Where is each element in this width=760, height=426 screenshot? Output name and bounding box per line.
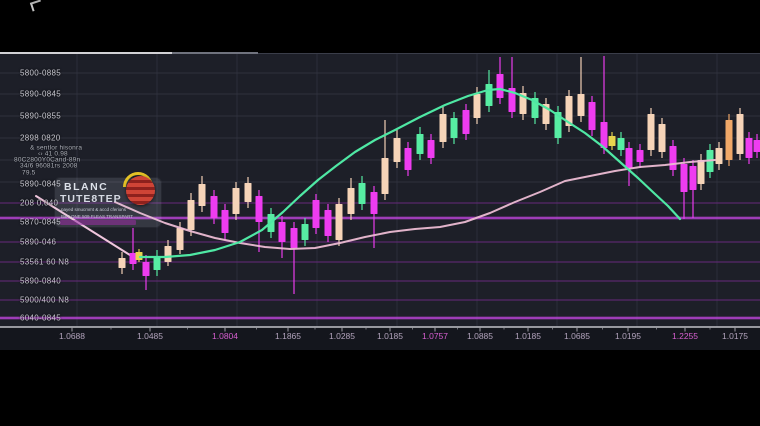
candle	[428, 140, 435, 158]
time-label: 1.0485	[137, 331, 163, 341]
candle	[440, 114, 447, 142]
watermark-subline1: payed smucmmt & accd cferions	[61, 207, 126, 212]
candle	[497, 74, 504, 98]
candle	[405, 148, 412, 170]
time-label: 1.0175	[722, 331, 748, 341]
price-label: 5890-0855	[20, 112, 61, 121]
time-label: 1.0185	[377, 331, 403, 341]
price-label: 53561 60 N8	[20, 258, 69, 267]
candle	[474, 94, 481, 118]
candle	[659, 124, 666, 152]
candle	[336, 204, 343, 240]
candle	[165, 246, 172, 262]
candle	[382, 158, 389, 194]
candle	[348, 188, 355, 214]
red-logo-icon	[126, 176, 155, 205]
time-label: 1.0185	[515, 331, 541, 341]
candle	[670, 146, 677, 170]
candle	[609, 136, 616, 146]
trading-chart-screenshot: 5800-0885 5890-0845 5890-0855 2898 0820 5890…	[0, 0, 760, 426]
candle	[648, 114, 655, 150]
candle	[417, 134, 424, 154]
candle	[199, 184, 206, 206]
candle	[279, 222, 286, 242]
price-label: 5890-0845	[20, 90, 61, 99]
candle	[601, 122, 608, 148]
candle	[119, 258, 126, 268]
candle	[371, 192, 378, 214]
candle	[698, 160, 705, 184]
candle	[188, 200, 195, 230]
candle	[177, 228, 184, 250]
candle	[143, 262, 150, 276]
top-left-mark	[30, 0, 43, 11]
candle	[256, 196, 263, 222]
candle	[589, 102, 596, 130]
watermark-card: BLANC TUTE8TEP payed smucmmt & accd cfer…	[55, 178, 161, 227]
time-label: 1.0685	[564, 331, 590, 341]
candle	[626, 148, 633, 168]
candle	[737, 114, 744, 154]
time-label: 1.0757	[422, 331, 448, 341]
time-label: 1.0195	[615, 331, 641, 341]
candle	[726, 120, 733, 160]
watermark-title-line1: BLANC	[64, 181, 108, 193]
candle	[302, 224, 309, 240]
price-label: 5800-0885	[20, 69, 61, 78]
time-label: 1.2255	[672, 331, 698, 341]
candle	[578, 94, 585, 116]
time-label: 1.1865	[275, 331, 301, 341]
candle	[681, 164, 688, 192]
price-label: 5890-046	[20, 238, 56, 247]
candle	[690, 166, 697, 190]
candle	[245, 183, 252, 202]
price-label: 208 0.040	[20, 199, 58, 208]
candle	[451, 118, 458, 138]
bottom-letterbox	[0, 350, 760, 426]
watermark-title-line2: TUTE8TEP	[60, 193, 122, 205]
candle	[486, 84, 493, 106]
watermark-accent-bar	[60, 220, 136, 225]
candle	[394, 138, 401, 162]
price-label: 5890-0840	[20, 277, 61, 286]
time-label: 1.0688	[59, 331, 85, 341]
candle	[233, 188, 240, 214]
candle	[463, 110, 470, 134]
candle	[618, 138, 625, 150]
price-label: 5900/400 N8	[20, 296, 69, 305]
candle	[746, 138, 753, 158]
time-label: 1.0804	[212, 331, 238, 341]
candle	[754, 140, 760, 152]
candle	[130, 253, 137, 264]
candle	[637, 150, 644, 162]
candle	[716, 148, 723, 164]
candle	[291, 228, 298, 248]
price-label: 2898 0820	[20, 134, 61, 143]
top-letterbox	[0, 0, 760, 54]
time-label: 1.0285	[329, 331, 355, 341]
time-label: 1.0885	[467, 331, 493, 341]
candle	[359, 183, 366, 204]
watermark-subline2: B&T-ONE 509 FLEAS TRANSPART	[61, 214, 133, 219]
candle	[222, 210, 229, 233]
candle	[325, 210, 332, 236]
candle	[313, 200, 320, 228]
price-label: 6040-0845	[20, 314, 61, 323]
legend-line: 79.5	[22, 169, 35, 176]
candle	[211, 196, 218, 218]
